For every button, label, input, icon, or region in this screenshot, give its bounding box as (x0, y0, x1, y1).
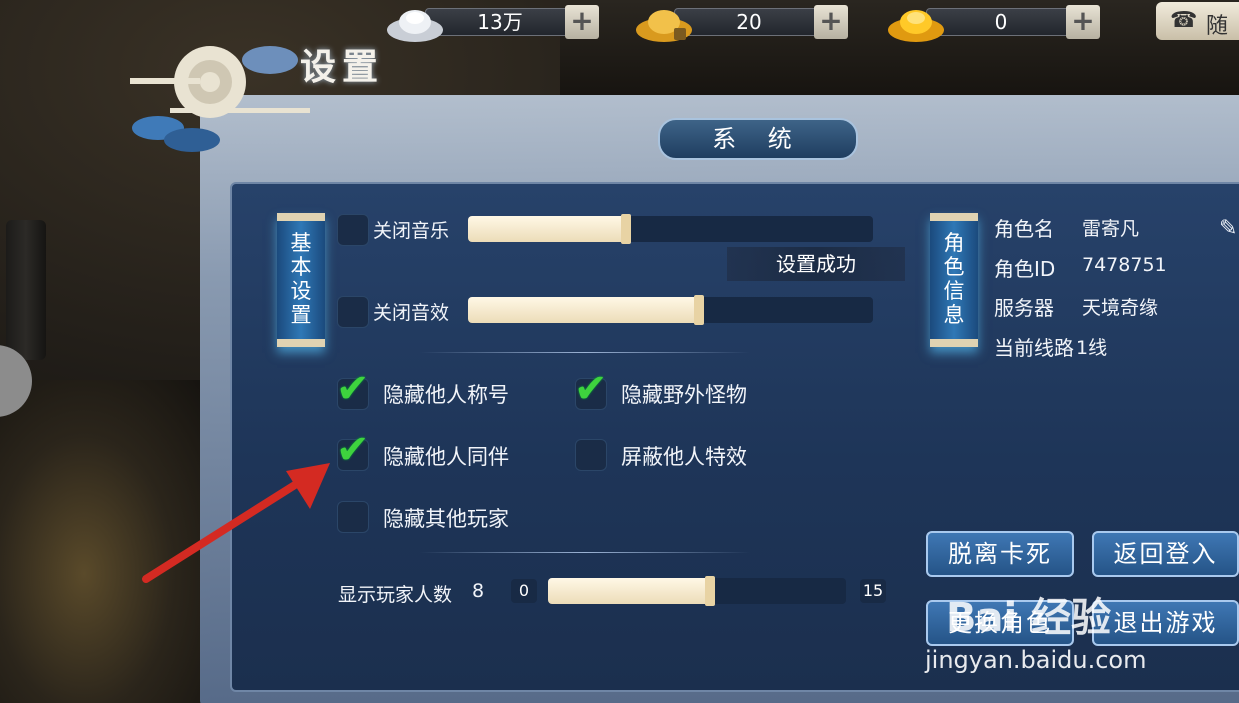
mute-music-checkbox[interactable] (337, 214, 369, 246)
sfx-volume-slider[interactable] (468, 295, 873, 325)
gold-ingot-icon (888, 10, 944, 42)
player-count-max: 15 (860, 579, 886, 603)
silver-ingot-icon (387, 10, 443, 42)
scroll-char: 色 (943, 255, 965, 279)
currency-gold-bound-value: 20 (736, 10, 762, 34)
player-count-slider[interactable] (548, 576, 846, 606)
unstuck-button[interactable]: 脱离卡死 (926, 531, 1074, 577)
hide-monsters-label: 隐藏野外怪物 (621, 383, 747, 407)
gold-lock-ingot-icon (636, 10, 692, 42)
check-icon: ✔ (336, 427, 370, 473)
page-title: 设置 (300, 46, 385, 88)
top-right-button-label: 随 (1206, 14, 1229, 39)
baidu-watermark-url: jingyan.baidu.com (925, 646, 1147, 674)
background-post (6, 220, 46, 360)
role-id-value: 7478751 (1082, 254, 1167, 276)
music-volume-knob[interactable] (621, 214, 631, 244)
add-gold-bound-button[interactable]: + (814, 5, 848, 39)
top-right-button[interactable]: ☎ 随 (1156, 2, 1239, 40)
hide-monsters-checkbox[interactable]: ✔ (574, 369, 608, 410)
player-count-fill (548, 578, 708, 604)
toast-message: 设置成功 (727, 247, 905, 281)
hide-titles-label: 隐藏他人称号 (383, 383, 509, 407)
role-name-value: 雷寄凡 (1082, 218, 1140, 240)
scroll-char: 基 (290, 231, 312, 255)
currency-gold-value: 0 (994, 10, 1008, 34)
exit-game-button[interactable]: 退出游戏 (1092, 600, 1239, 646)
hide-players-checkbox[interactable] (337, 501, 369, 533)
role-id-key: 角色ID (994, 257, 1056, 281)
role-name-key: 角色名 (994, 217, 1054, 241)
scroll-char: 本 (290, 255, 312, 279)
block-effects-checkbox[interactable] (575, 439, 607, 471)
mute-sfx-checkbox[interactable] (337, 296, 369, 328)
role-info-scroll: 角 色 信 息 (930, 213, 978, 347)
player-count-knob[interactable] (705, 576, 715, 606)
currency-silver: 13万 + (385, 2, 605, 42)
divider (420, 352, 750, 353)
mute-music-label: 关闭音乐 (373, 220, 450, 242)
currency-gold-bound: 20 + (634, 2, 854, 42)
currency-gold: 0 + (886, 2, 1106, 42)
back-login-button[interactable]: 返回登入 (1092, 531, 1239, 577)
mute-sfx-label: 关闭音效 (373, 302, 450, 324)
check-icon: ✔ (574, 366, 608, 412)
hide-companions-label: 隐藏他人同伴 (383, 445, 509, 469)
sfx-volume-knob[interactable] (694, 295, 704, 325)
scroll-char: 置 (290, 303, 312, 327)
hide-titles-checkbox[interactable]: ✔ (336, 369, 370, 410)
baidu-watermark: Bai 经验 (946, 595, 1112, 641)
add-silver-button[interactable]: + (565, 5, 599, 39)
currency-silver-value: 13万 (477, 10, 523, 34)
music-volume-slider[interactable] (468, 214, 873, 244)
edit-icon[interactable]: ✎ (1219, 216, 1237, 241)
tab-system[interactable]: 系 统 (658, 118, 858, 160)
hide-players-label: 隐藏其他玩家 (383, 507, 509, 531)
scroll-char: 信 (943, 279, 965, 303)
music-volume-fill (468, 216, 628, 242)
basic-settings-scroll: 基 本 设 置 (277, 213, 325, 347)
add-gold-button[interactable]: + (1066, 5, 1100, 39)
sfx-volume-fill (468, 297, 702, 323)
bag-icon: ☎ (1170, 8, 1198, 33)
server-key: 服务器 (994, 296, 1054, 320)
player-count-min: 0 (511, 579, 537, 603)
scroll-char: 角 (943, 231, 965, 255)
scroll-char: 息 (943, 303, 965, 327)
scroll-char: 设 (290, 279, 312, 303)
divider (420, 552, 750, 553)
block-effects-label: 屏蔽他人特效 (621, 445, 747, 469)
player-count-value: 8 (472, 580, 485, 602)
player-count-label: 显示玩家人数 (338, 584, 453, 606)
line-key: 当前线路 (994, 336, 1074, 360)
hide-companions-checkbox[interactable]: ✔ (336, 430, 370, 471)
line-value: 1线 (1076, 337, 1108, 359)
server-value: 天境奇缘 (1082, 297, 1159, 319)
red-arrow-icon (142, 463, 330, 583)
check-icon: ✔ (336, 366, 370, 412)
